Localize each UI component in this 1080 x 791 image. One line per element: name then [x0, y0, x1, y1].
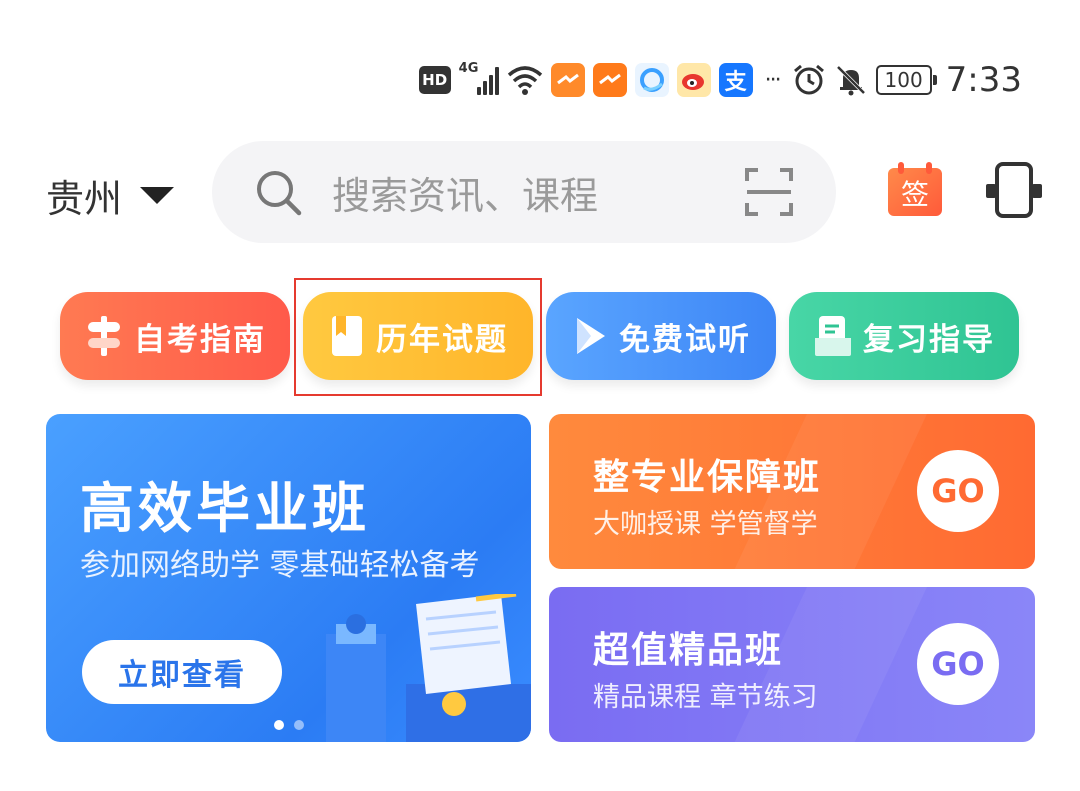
document-icon	[815, 316, 851, 356]
search-bar[interactable]: 搜索资讯、课程	[212, 141, 836, 243]
banner-premium-class[interactable]: 超值精品班 精品课程 章节练习 GO	[549, 587, 1035, 742]
scan-icon[interactable]	[744, 167, 794, 217]
more-notifications-icon: ···	[764, 67, 782, 93]
card-subtitle: 精品课程 章节练习	[593, 682, 818, 713]
wifi-icon	[507, 66, 542, 95]
carousel-indicator	[46, 720, 531, 730]
status-bar: HD 4G 支 ··· 100 7:33	[418, 50, 1022, 110]
go-button[interactable]: GO	[917, 450, 999, 532]
mute-bell-icon	[836, 65, 866, 96]
quick-nav-guide[interactable]: 自考指南	[60, 292, 290, 380]
quick-nav-free-trial[interactable]: 免费试听	[546, 292, 776, 380]
banner-major-guarantee-class[interactable]: 整专业保障班 大咖授课 学管督学 GO	[549, 414, 1035, 569]
quick-nav-review-guide[interactable]: 复习指导	[789, 292, 1019, 380]
card-title: 整专业保障班	[593, 457, 822, 498]
banner-subtitle: 参加网络助学 零基础轻松备考	[80, 548, 480, 583]
signpost-icon	[88, 316, 120, 356]
dropdown-triangle-icon	[140, 187, 175, 204]
battery-icon: 100	[875, 65, 937, 95]
network-type-label: 4G	[458, 61, 479, 76]
banner-title: 高效毕业班	[80, 477, 370, 540]
city-label: 贵州	[46, 177, 123, 221]
search-icon	[257, 171, 302, 216]
app-orange-1-icon	[550, 63, 585, 97]
clock-time: 7:33	[945, 60, 1022, 100]
hd-icon: HD	[418, 66, 451, 94]
search-placeholder: 搜索资讯、课程	[332, 173, 599, 218]
cellular-signal-icon: 4G	[459, 61, 499, 95]
card-subtitle: 大咖授课 学管督学	[593, 509, 818, 540]
play-icon	[577, 318, 605, 354]
app-orange-2-icon	[592, 63, 627, 97]
alarm-icon	[793, 64, 824, 95]
app-qq-browser-icon	[634, 63, 669, 97]
sign-in-calendar-icon[interactable]: 签	[886, 160, 944, 218]
view-now-button[interactable]: 立即查看	[82, 640, 282, 704]
app-weibo-icon	[676, 63, 711, 97]
app-alipay-icon: 支	[718, 63, 753, 97]
card-title: 超值精品班	[593, 630, 784, 671]
go-button[interactable]: GO	[917, 623, 999, 705]
quick-nav-label: 免费试听	[619, 321, 751, 358]
phone-service-icon[interactable]	[982, 160, 1044, 222]
city-selector[interactable]: 贵州	[46, 168, 175, 223]
quick-nav-label: 复习指导	[863, 321, 995, 358]
sign-label: 签	[901, 178, 929, 211]
banner-graduation-class[interactable]: 高效毕业班 参加网络助学 零基础轻松备考 立即查看	[46, 414, 531, 742]
quick-nav-label: 自考指南	[134, 321, 266, 358]
highlight-box	[294, 278, 542, 396]
